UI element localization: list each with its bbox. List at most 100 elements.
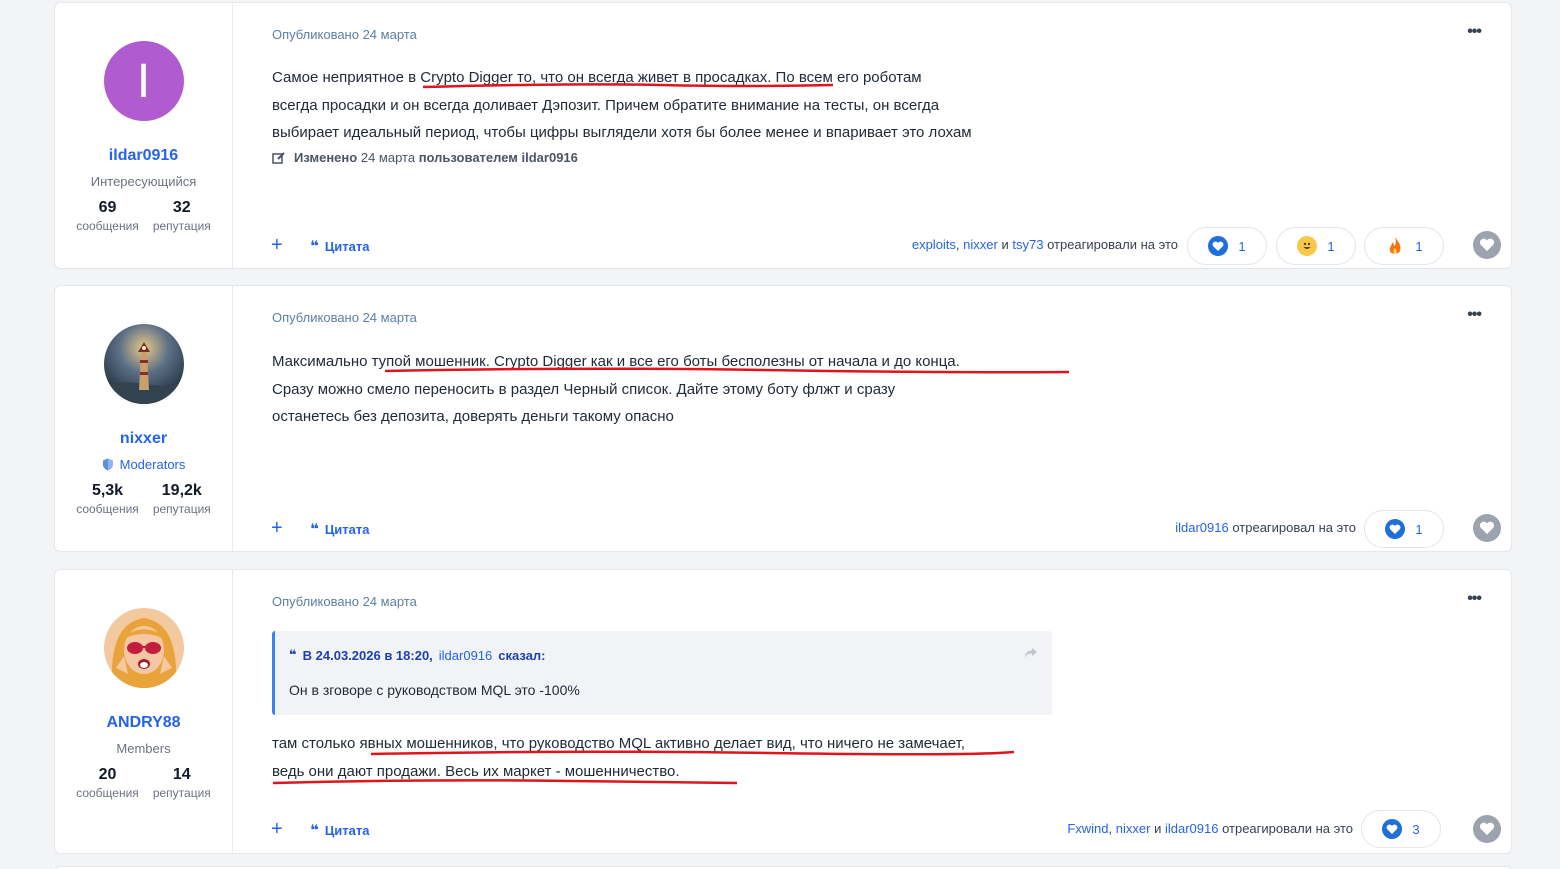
reputation-count: 19,2k — [161, 482, 202, 499]
reaction-heart[interactable]: 1 — [1187, 227, 1267, 265]
post-date[interactable]: Опубликовано 24 марта — [272, 27, 417, 42]
reactors-text: ildar0916 отреагировал на это — [1175, 520, 1356, 535]
red-underline-annotation — [272, 779, 738, 785]
reactor-link[interactable]: nixxer — [963, 237, 998, 252]
reactors-text: Fxwind, nixxer и ildar0916 отреагировали… — [1067, 821, 1353, 836]
like-heart-icon[interactable] — [1473, 815, 1501, 843]
reaction-heart[interactable]: 1 — [1364, 510, 1444, 548]
messages-label: сообщения — [76, 786, 139, 800]
red-underline-annotation — [384, 367, 1070, 374]
quote-icon: ❝ — [310, 238, 319, 255]
username[interactable]: ANDRY88 — [106, 714, 180, 732]
reaction-heart[interactable]: 3 — [1361, 810, 1441, 848]
avatar[interactable]: I — [103, 41, 184, 121]
like-heart-icon[interactable] — [1473, 231, 1501, 259]
avatar[interactable] — [103, 324, 184, 404]
quote-button[interactable]: ❝ Цитата — [310, 821, 370, 839]
reaction-count: 1 — [1238, 238, 1246, 254]
reactors-text: exploits, nixxer и tsy73 отреагировали н… — [912, 237, 1178, 252]
reaction-laugh[interactable]: 1 — [1276, 227, 1356, 265]
reactor-link[interactable]: tsy73 — [1012, 237, 1043, 252]
separator: и — [1001, 237, 1009, 252]
reputation-label: репутация — [152, 502, 211, 516]
user-role: Интересующийся — [90, 174, 197, 189]
heart-reaction-icon — [1208, 236, 1229, 256]
edited-date: 24 марта — [360, 150, 416, 165]
go-to-quote-arrow-icon[interactable] — [1024, 647, 1038, 659]
text-line: Сразу можно смело переносить в раздел Че… — [272, 380, 896, 398]
red-underline-annotation — [422, 83, 834, 89]
messages-count: 69 — [98, 199, 117, 216]
quote-button[interactable]: ❝ Цитата — [310, 520, 370, 538]
author-panel: nixxer Moderators 5,3k сообщения 19,2k реп… — [55, 286, 233, 551]
username[interactable]: nixxer — [120, 430, 167, 448]
quote-block: ❝ В 24.03.2026 в 18:20, ildar0916 сказал… — [272, 631, 1052, 715]
messages-count: 5,3k — [91, 482, 124, 499]
reputation-label: репутация — [152, 219, 211, 233]
add-reaction-plus-icon[interactable]: + — [271, 518, 283, 538]
reactor-link[interactable]: ildar0916 — [1175, 520, 1229, 535]
heart-reaction-icon — [1382, 819, 1403, 839]
author-panel: I ildar0916 Интересующийся 69 сообщения 3… — [55, 3, 233, 268]
quote-icon: ❝ — [289, 647, 297, 662]
messages-label: сообщения — [76, 219, 139, 233]
quote-label: Цитата — [324, 521, 370, 537]
shield-icon — [102, 458, 113, 471]
post-2: nixxer Moderators 5,3k сообщения 19,2k реп… — [54, 285, 1512, 552]
post-1: I ildar0916 Интересующийся 69 сообщения 3… — [54, 2, 1512, 269]
reactor-link[interactable]: exploits — [912, 237, 956, 252]
quote-button[interactable]: ❝ Цитата — [310, 237, 370, 255]
like-heart-icon[interactable] — [1473, 514, 1501, 542]
fire-reaction-icon — [1385, 236, 1405, 256]
avatar[interactable] — [103, 608, 184, 688]
text-line: останетесь без депозита, доверять деньги… — [272, 408, 674, 425]
edited-note: Изменено 24 марта пользователем ildar091… — [272, 150, 578, 165]
edited-by[interactable]: пользователем ildar0916 — [419, 150, 578, 165]
post-date[interactable]: Опубликовано 24 марта — [272, 594, 417, 609]
quote-user-link[interactable]: ildar0916 — [439, 648, 493, 663]
quote-icon: ❝ — [310, 521, 319, 538]
heart-reaction-icon — [1385, 519, 1406, 539]
more-options-icon[interactable]: ••• — [1467, 306, 1482, 324]
reactor-link[interactable]: nixxer — [1116, 821, 1151, 836]
reputation-label: репутация — [152, 786, 211, 800]
reacted-text: отреагировали на это — [1047, 237, 1178, 252]
red-underline-annotation — [370, 750, 1015, 756]
reputation-count: 14 — [172, 766, 191, 783]
username[interactable]: ildar0916 — [109, 147, 178, 165]
user-role: Moderators — [102, 457, 185, 472]
add-reaction-plus-icon[interactable]: + — [271, 235, 283, 255]
reputation-count: 32 — [172, 199, 191, 216]
more-options-icon[interactable]: ••• — [1467, 23, 1482, 41]
quote-prefix[interactable]: В 24.03.2026 в 18:20, — [303, 648, 433, 663]
quote-header: ❝ В 24.03.2026 в 18:20, ildar0916 сказал… — [289, 647, 546, 663]
reaction-fire[interactable]: 1 — [1364, 227, 1444, 265]
edited-label: Изменено — [294, 150, 358, 165]
quote-suffix: сказал: — [498, 647, 546, 663]
messages-count: 20 — [98, 766, 117, 783]
reacted-text: отреагировали на это — [1222, 821, 1353, 836]
text-line: всегда просадки и он всегда доливает Дэп… — [272, 96, 940, 114]
reactor-link[interactable]: Fxwind — [1067, 821, 1108, 836]
add-reaction-plus-icon[interactable]: + — [271, 819, 283, 839]
user-stats: 69 сообщения 32 репутация — [76, 199, 211, 233]
reactor-link[interactable]: ildar0916 — [1165, 821, 1219, 836]
post-body: Опубликовано 24 марта ••• ❝ В 24.03.2026… — [233, 570, 1511, 853]
post-date[interactable]: Опубликовано 24 марта — [272, 310, 417, 325]
quote-label: Цитата — [324, 822, 370, 838]
edit-icon — [272, 151, 285, 164]
separator: , — [955, 237, 960, 252]
quote-label: Цитата — [324, 238, 370, 254]
post-body: Опубликовано 24 марта ••• Самое неприятн… — [233, 3, 1511, 268]
post-3: ANDRY88 Members 20 сообщения 14 репутация … — [54, 569, 1512, 854]
more-options-icon[interactable]: ••• — [1467, 590, 1482, 608]
post-text: Самое неприятное в Crypto Digger то, что… — [272, 64, 1072, 147]
messages-label: сообщения — [76, 502, 139, 516]
separator: и — [1154, 821, 1162, 836]
separator: , — [1108, 821, 1113, 836]
user-stats: 20 сообщения 14 репутация — [76, 766, 211, 800]
post-body: Опубликовано 24 марта ••• Максимально ту… — [233, 286, 1511, 551]
user-stats: 5,3k сообщения 19,2k репутация — [76, 482, 211, 516]
reaction-count: 1 — [1327, 238, 1335, 254]
reaction-count: 1 — [1415, 521, 1423, 537]
